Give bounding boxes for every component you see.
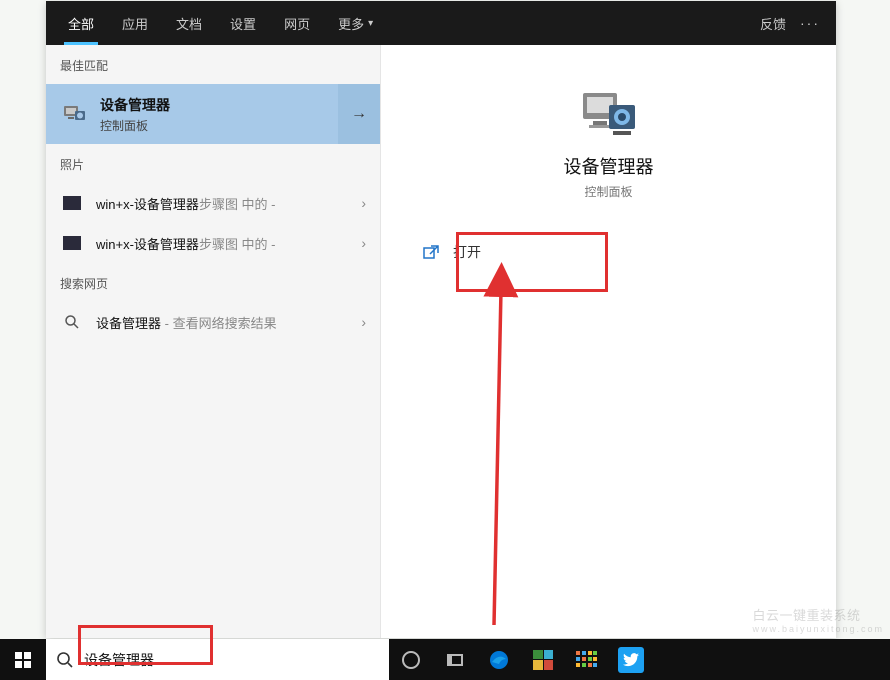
- search-icon: [56, 651, 74, 669]
- section-web: 搜索网页: [46, 263, 380, 302]
- twitter-button[interactable]: [609, 639, 653, 680]
- filter-tabs-bar: 全部 应用 文档 设置 网页 更多▾ 反馈 ···: [46, 1, 836, 45]
- chevron-right-icon: ›: [361, 235, 366, 251]
- image-thumb-icon: [63, 196, 81, 210]
- section-photos: 照片: [46, 144, 380, 183]
- store-button[interactable]: [565, 639, 609, 680]
- best-match-item[interactable]: 设备管理器 控制面板 →: [46, 84, 380, 144]
- tab-settings[interactable]: 设置: [216, 1, 270, 45]
- detail-title: 设备管理器: [405, 153, 812, 179]
- device-manager-icon: [62, 103, 86, 125]
- image-thumb-icon: [63, 236, 81, 250]
- best-match-title: 设备管理器: [100, 95, 338, 115]
- detail-pane: 设备管理器 控制面板 打开: [381, 45, 836, 638]
- arrow-right-icon: →: [351, 105, 367, 123]
- store-icon: [576, 651, 598, 669]
- chevron-right-icon: ›: [361, 195, 366, 211]
- photo-result-1[interactable]: win+x-设备管理器步骤图 中的 - ›: [46, 183, 380, 223]
- open-icon: [423, 245, 439, 259]
- start-button[interactable]: [0, 639, 46, 680]
- taskbar-search-box[interactable]: [46, 639, 389, 680]
- file-explorer-button[interactable]: [521, 639, 565, 680]
- tab-documents[interactable]: 文档: [162, 1, 216, 45]
- device-manager-large-icon: [579, 87, 639, 141]
- search-input[interactable]: [84, 652, 379, 668]
- more-options-icon[interactable]: ···: [800, 15, 820, 31]
- windows-logo-icon: [15, 652, 31, 668]
- photo-result-2[interactable]: win+x-设备管理器步骤图 中的 - ›: [46, 223, 380, 263]
- detail-subtitle: 控制面板: [405, 183, 812, 200]
- cortana-button[interactable]: [389, 639, 433, 680]
- taskbar: [0, 639, 890, 680]
- twitter-icon: [618, 647, 644, 673]
- search-icon: [64, 314, 80, 330]
- cortana-icon: [402, 651, 420, 669]
- search-results-panel: 全部 应用 文档 设置 网页 更多▾ 反馈 ··· 最佳匹配: [46, 1, 836, 638]
- tab-apps[interactable]: 应用: [108, 1, 162, 45]
- open-label: 打开: [453, 242, 481, 262]
- open-action[interactable]: 打开: [405, 230, 812, 274]
- tab-web[interactable]: 网页: [270, 1, 324, 45]
- tab-more[interactable]: 更多▾: [324, 1, 387, 45]
- best-match-subtitle: 控制面板: [100, 117, 338, 134]
- section-best-match: 最佳匹配: [46, 45, 380, 84]
- web-search-result[interactable]: 设备管理器 - 查看网络搜索结果 ›: [46, 302, 380, 342]
- edge-button[interactable]: [477, 639, 521, 680]
- task-view-button[interactable]: [433, 639, 477, 680]
- explorer-icon: [533, 650, 553, 670]
- chevron-right-icon: ›: [361, 314, 366, 330]
- chevron-down-icon: ▾: [368, 18, 373, 29]
- edge-icon: [489, 650, 509, 670]
- tab-all[interactable]: 全部: [54, 1, 108, 45]
- best-match-expand[interactable]: →: [338, 84, 380, 144]
- feedback-link[interactable]: 反馈: [760, 14, 786, 33]
- task-view-icon: [447, 654, 463, 666]
- results-list: 最佳匹配 设备管理器 控制面板 →: [46, 45, 381, 638]
